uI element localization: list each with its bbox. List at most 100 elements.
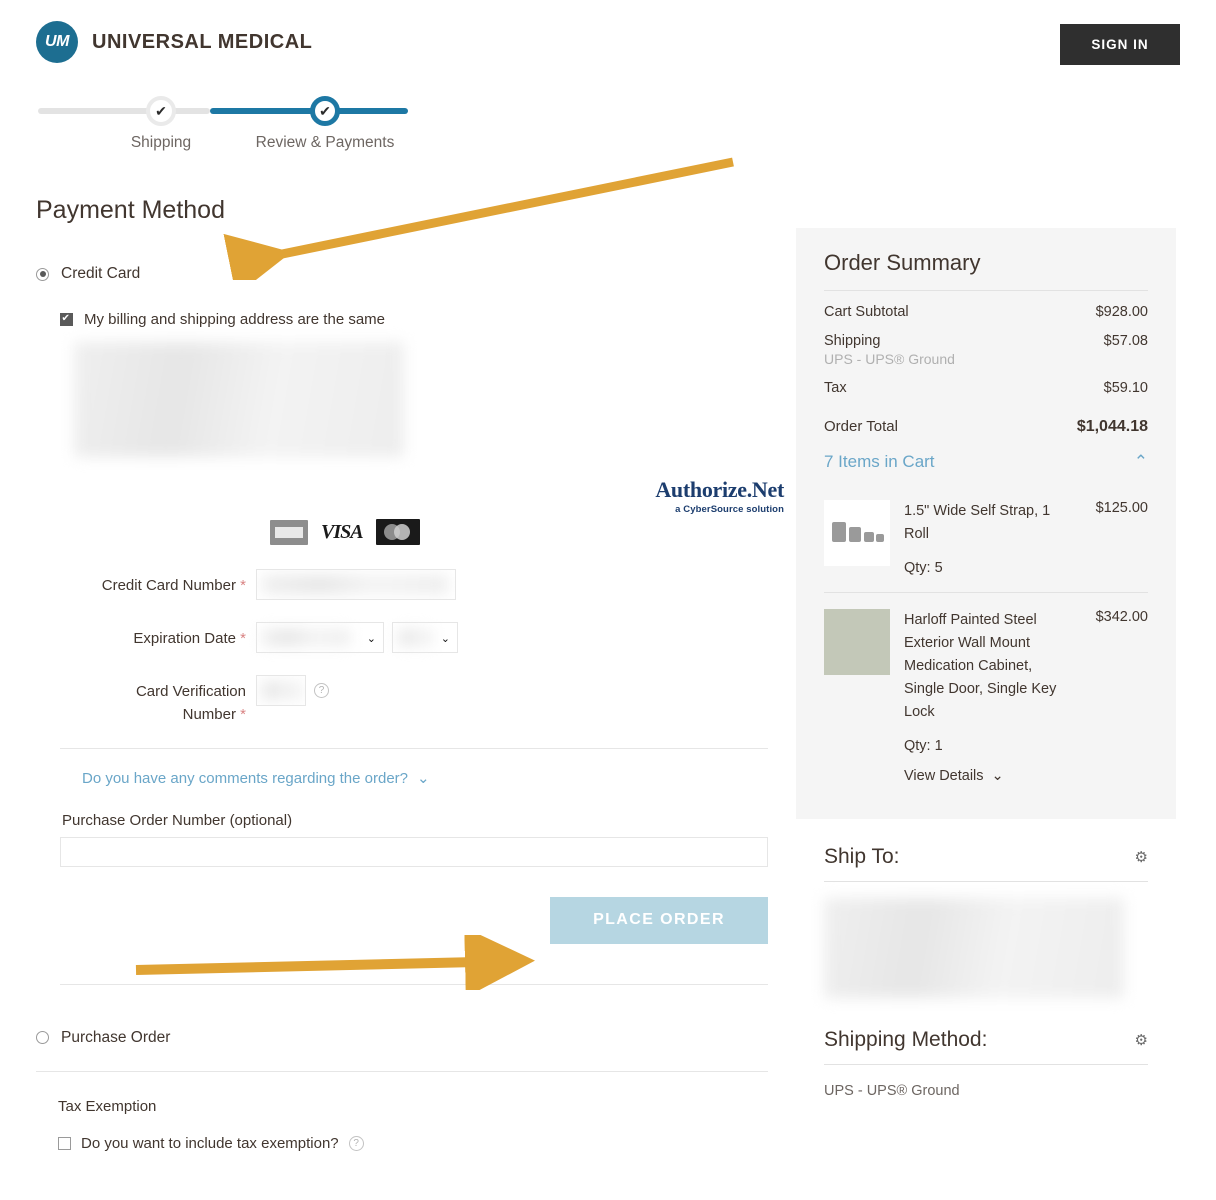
order-comments-label: Do you have any comments regarding the o…	[82, 769, 409, 787]
chevron-down-icon: ⌄	[991, 768, 1004, 784]
credit-card-number-input[interactable]	[256, 569, 456, 600]
brand-logo[interactable]: UM UNIVERSAL MEDICAL	[36, 21, 312, 63]
cart-item: 1.5" Wide Self Strap, 1 Roll $125.00 Qty…	[824, 484, 1148, 592]
expiration-date-label: Expiration Date *	[133, 630, 246, 647]
order-summary-card: Order Summary Cart Subtotal $928.00 Ship…	[796, 228, 1176, 819]
progress-label-shipping[interactable]: Shipping	[131, 134, 191, 152]
payment-option-credit-card[interactable]: Credit Card	[36, 265, 768, 283]
authorize-net-tagline: a CyberSource solution	[675, 504, 784, 515]
progress-track-shipping	[38, 108, 210, 114]
summary-shipping-carrier: UPS - UPS® Ground	[824, 351, 955, 367]
progress-step-shipping-icon[interactable]: ✔	[146, 96, 176, 126]
product-name: 1.5" Wide Self Strap, 1 Roll	[904, 503, 1051, 542]
american-express-icon	[270, 519, 308, 545]
cvv-label: Card Verification Number *	[135, 683, 246, 723]
chevron-down-icon: ⌄	[417, 770, 430, 787]
payment-section: Payment Method Credit Card My billing an…	[36, 196, 784, 1152]
ship-to-address-redacted	[824, 898, 1124, 998]
order-summary-title: Order Summary	[824, 250, 981, 275]
credit-card-radio[interactable]	[36, 267, 49, 281]
product-thumbnail	[824, 500, 890, 566]
summary-row-shipping: Shipping UPS - UPS® Ground $57.08	[824, 320, 1148, 367]
authorize-net-name: Authorize.Net	[655, 477, 784, 502]
order-total-label: Order Total	[824, 418, 898, 435]
visa-icon: VISA	[321, 520, 364, 543]
items-in-cart-label: 7 Items in Cart	[824, 452, 935, 471]
gear-icon[interactable]: ⚙	[1135, 848, 1148, 866]
page-title: Payment Method	[36, 196, 225, 224]
summary-label: Cart Subtotal	[824, 304, 909, 320]
form-divider	[60, 748, 768, 749]
product-price: $125.00	[1095, 500, 1148, 516]
order-comments-toggle[interactable]: Do you have any comments regarding the o…	[82, 769, 430, 788]
credit-card-label: Credit Card	[61, 265, 141, 282]
credit-card-form: My billing and shipping address are the …	[36, 311, 784, 985]
expiration-month-select[interactable]: ⌄	[256, 622, 384, 653]
required-marker: *	[240, 706, 246, 723]
required-marker: *	[240, 630, 246, 647]
product-price: $342.00	[1095, 609, 1148, 625]
ship-to-section: Ship To: ⚙	[796, 845, 1176, 998]
expiration-month-redacted	[262, 629, 350, 646]
expiration-year-redacted	[398, 629, 432, 646]
shipping-method-value: UPS - UPS® Ground	[824, 1083, 960, 1099]
tax-exemption-help-icon[interactable]: ?	[348, 1135, 364, 1151]
view-details-label: View Details	[904, 768, 984, 784]
cart-items-list[interactable]: 1.5" Wide Self Strap, 1 Roll $125.00 Qty…	[824, 484, 1148, 801]
items-in-cart-toggle[interactable]: 7 Items in Cart ⌃	[824, 452, 1148, 484]
billing-same-label: My billing and shipping address are the …	[84, 311, 386, 328]
sign-in-button[interactable]: SIGN IN	[1060, 24, 1180, 65]
cvv-help-icon[interactable]: ?	[314, 683, 329, 698]
cvv-input[interactable]	[256, 675, 306, 706]
place-order-button[interactable]: PLACE ORDER	[550, 896, 768, 944]
product-thumbnail	[824, 609, 890, 675]
tax-exemption-label: Do you want to include tax exemption?	[81, 1134, 339, 1152]
tax-exemption-title: Tax Exemption	[58, 1097, 157, 1115]
required-marker: *	[240, 577, 246, 594]
billing-same-row[interactable]: My billing and shipping address are the …	[60, 311, 768, 328]
order-sidebar: Order Summary Cart Subtotal $928.00 Ship…	[796, 228, 1176, 1099]
product-qty: Qty: 1	[904, 738, 943, 754]
credit-card-number-row: Credit Card Number *	[60, 569, 768, 600]
accepted-cards: VISA	[270, 519, 420, 545]
progress-step-review-icon[interactable]: ✔	[310, 96, 340, 126]
cart-item: Harloff Painted Steel Exterior Wall Moun…	[824, 592, 1148, 801]
cvv-redacted	[261, 681, 301, 700]
view-details-toggle[interactable]: View Details ⌄	[904, 768, 1004, 784]
credit-card-number-redacted	[262, 575, 448, 594]
page-header: UM UNIVERSAL MEDICAL SIGN IN	[0, 0, 1216, 86]
tax-exemption-checkbox[interactable]	[58, 1136, 71, 1150]
purchase-order-number-label: Purchase Order Number (optional)	[62, 811, 293, 829]
summary-row-subtotal: Cart Subtotal $928.00	[824, 291, 1148, 320]
progress-label-review-payments[interactable]: Review & Payments	[256, 134, 395, 152]
order-total-value: $1,044.18	[1076, 418, 1148, 435]
summary-row-tax: Tax $59.10	[824, 367, 1148, 396]
mastercard-icon	[375, 519, 420, 545]
payment-option-purchase-order[interactable]: Purchase Order	[36, 1029, 768, 1047]
purchase-order-label: Purchase Order	[61, 1028, 171, 1046]
gear-icon[interactable]: ⚙	[1135, 1031, 1148, 1049]
summary-label: Shipping	[824, 333, 881, 349]
summary-value: $59.10	[1103, 380, 1148, 396]
purchase-order-radio[interactable]	[36, 1031, 49, 1044]
chevron-up-icon: ⌃	[1133, 452, 1148, 471]
product-qty: Qty: 5	[904, 560, 943, 576]
payment-brand-logos: Authorize.Net a CyberSource solution VIS…	[60, 477, 784, 569]
progress-track-review	[210, 108, 408, 114]
billing-same-checkbox[interactable]	[60, 312, 73, 326]
purchase-order-number-input[interactable]	[60, 836, 768, 867]
chevron-down-icon: ⌄	[366, 633, 376, 645]
tax-exemption-row[interactable]: Do you want to include tax exemption? ?	[58, 1135, 768, 1152]
summary-label: Tax	[824, 380, 847, 396]
credit-card-number-label: Credit Card Number *	[101, 577, 246, 594]
expiration-year-select[interactable]: ⌄	[392, 622, 458, 653]
section-divider	[60, 983, 768, 985]
shipping-method-title: Shipping Method:	[824, 1028, 988, 1051]
authorize-net-logo: Authorize.Net a CyberSource solution	[655, 477, 784, 515]
brand-name: UNIVERSAL MEDICAL	[92, 30, 313, 53]
universal-medical-logo-icon: UM	[36, 21, 78, 63]
tax-divider	[36, 1070, 768, 1072]
summary-row-total: Order Total $1,044.18	[824, 396, 1148, 452]
product-name: Harloff Painted Steel Exterior Wall Moun…	[904, 612, 1057, 720]
summary-value: $928.00	[1095, 304, 1148, 320]
